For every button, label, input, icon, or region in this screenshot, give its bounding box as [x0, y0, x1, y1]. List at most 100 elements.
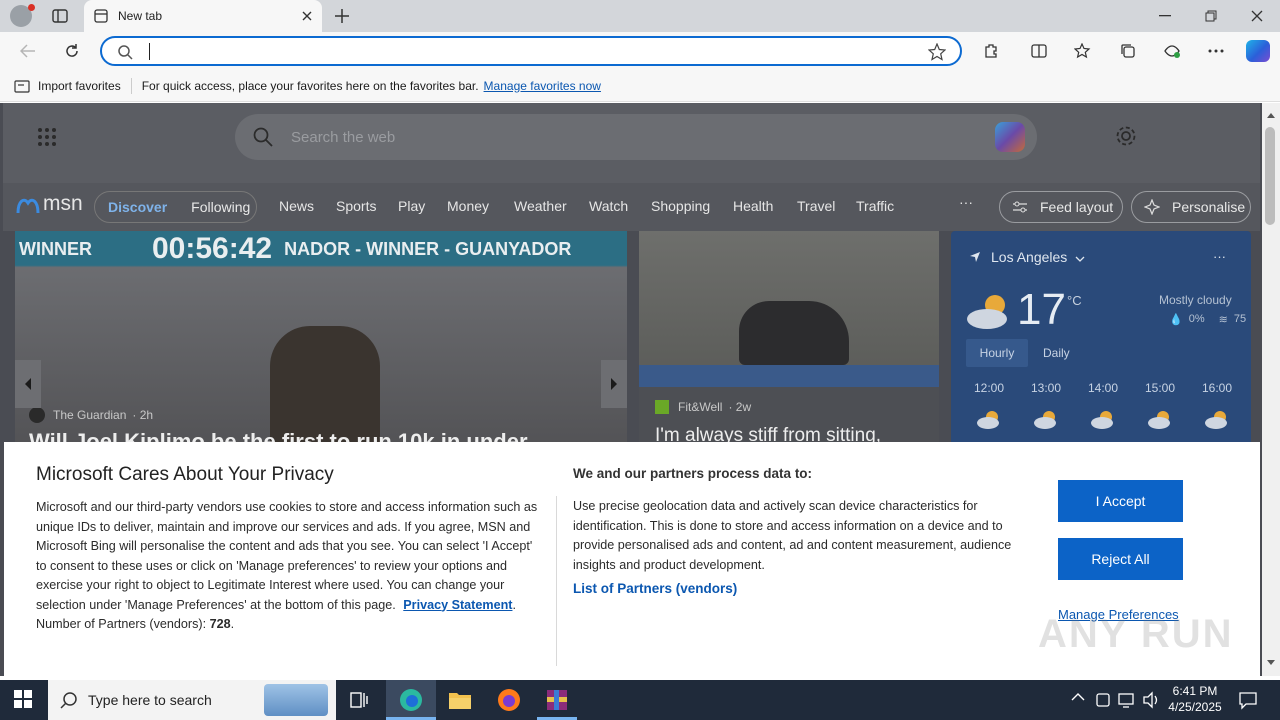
sliders-icon	[1012, 200, 1028, 214]
close-window-icon[interactable]	[1248, 8, 1266, 24]
feed-layout-button[interactable]: Feed layout	[999, 191, 1123, 223]
weather-card[interactable]: Los Angeles ··· 17 °C Mostly cloudy 💧 0% …	[951, 231, 1251, 445]
nav-sports[interactable]: Sports	[336, 198, 376, 214]
taskbar-search-box[interactable]: Type here to search	[48, 680, 336, 720]
partly-cloudy-icon	[965, 291, 1013, 334]
nav-travel[interactable]: Travel	[797, 198, 835, 214]
partly-cloudy-icon	[1091, 411, 1113, 429]
carousel-prev-button[interactable]	[15, 360, 41, 408]
hero-card[interactable]: WINNER 00:56:42 NADOR - WINNER - GUANYAD…	[15, 231, 627, 445]
nav-money[interactable]: Money	[447, 198, 489, 214]
search-icon	[60, 691, 78, 709]
windows-start-icon[interactable]	[14, 690, 32, 708]
favorite-star-icon[interactable]	[928, 43, 946, 61]
show-hidden-icons-chevron-icon[interactable]	[1071, 692, 1085, 702]
hour-label: 12:00	[973, 381, 1005, 395]
browser-essentials-icon[interactable]	[1163, 42, 1181, 60]
msn-header: Search the web	[3, 103, 1260, 183]
weather-more-button[interactable]: ···	[1213, 249, 1226, 264]
hour-label: 13:00	[1030, 381, 1062, 395]
nav-watch[interactable]: Watch	[589, 198, 628, 214]
import-favorites-button[interactable]: Import favorites	[38, 79, 121, 93]
notification-center-icon[interactable]	[1238, 690, 1258, 710]
nav-more-button[interactable]: ···	[959, 194, 973, 210]
nav-weather[interactable]: Weather	[514, 198, 567, 214]
tab-daily[interactable]: Daily	[1043, 346, 1070, 360]
volume-icon[interactable]	[1142, 691, 1160, 709]
carousel-next-button[interactable]	[601, 360, 627, 408]
article-card[interactable]: Fit&Well · 2w I'm always stiff from sitt…	[639, 231, 939, 446]
copilot-icon[interactable]	[1246, 40, 1270, 62]
nav-shopping[interactable]: Shopping	[651, 198, 710, 214]
card2-source-name: Fit&Well	[678, 400, 723, 414]
network-icon[interactable]	[1118, 691, 1136, 709]
partners-process-title: We and our partners process data to:	[573, 466, 813, 481]
apps-grid-icon[interactable]	[37, 127, 57, 150]
reject-all-button[interactable]: Reject All	[1058, 538, 1183, 580]
favorites-icon[interactable]	[1074, 42, 1092, 60]
personalise-button[interactable]: Personalise	[1131, 191, 1251, 223]
hour-slot: 13:00	[1020, 381, 1072, 432]
tab-new-tab[interactable]: New tab	[84, 0, 322, 32]
weather-location[interactable]: Los Angeles	[969, 249, 1085, 265]
nav-news[interactable]: News	[279, 198, 314, 214]
accept-button[interactable]: I Accept	[1058, 480, 1183, 522]
favorites-hint: For quick access, place your favorites h…	[141, 78, 479, 93]
new-tab-page-icon	[94, 9, 108, 23]
list-of-partners-link[interactable]: List of Partners (vendors)	[573, 581, 737, 596]
notification-dot	[28, 4, 35, 11]
partners-label: Number of Partners (vendors):	[36, 617, 207, 631]
edge-taskbar-button[interactable]	[386, 680, 436, 720]
msn-logo[interactable]: msn	[16, 192, 83, 216]
security-tray-icon[interactable]	[1095, 691, 1111, 709]
firefox-icon[interactable]	[497, 688, 521, 715]
temperature-unit: °C	[1067, 293, 1082, 308]
clock-date: 4/25/2025	[1168, 700, 1222, 714]
weather-condition: Mostly cloudy	[1159, 293, 1232, 307]
partly-cloudy-icon	[1205, 411, 1227, 429]
minimize-icon[interactable]	[1156, 8, 1174, 24]
back-icon[interactable]	[18, 42, 38, 60]
weather-details: 💧 0% ≋ 75	[1169, 313, 1246, 326]
tab-hourly[interactable]: Hourly	[966, 339, 1028, 367]
split-screen-icon[interactable]	[1030, 42, 1048, 60]
card2-source: Fit&Well · 2w	[655, 400, 751, 414]
extensions-icon[interactable]	[982, 42, 1000, 60]
hero-source-name: The Guardian	[53, 408, 127, 422]
msn-nav-bar: msn Discover Following News Sports Play …	[3, 183, 1260, 231]
collections-icon[interactable]	[1119, 42, 1137, 60]
nav-health[interactable]: Health	[733, 198, 773, 214]
copilot-search-icon[interactable]	[995, 122, 1025, 152]
tab-actions-icon[interactable]	[50, 7, 70, 25]
taskbar-search-placeholder: Type here to search	[88, 692, 212, 708]
address-bar[interactable]	[100, 36, 962, 66]
task-view-icon[interactable]	[349, 690, 369, 710]
file-explorer-icon[interactable]	[448, 690, 472, 713]
precip-value: 0%	[1188, 313, 1205, 325]
tab-following[interactable]: Following	[191, 199, 250, 215]
partly-cloudy-icon	[977, 411, 999, 429]
location-name: Los Angeles	[991, 249, 1068, 265]
new-tab-icon[interactable]	[332, 6, 352, 26]
profile-avatar[interactable]	[10, 4, 35, 27]
hourly-forecast: 12:00 13:00 14:00 15:00 16:00	[963, 381, 1243, 432]
manage-favorites-link[interactable]: Manage favorites now	[484, 79, 601, 93]
page-scrollbar[interactable]	[1262, 103, 1280, 676]
nav-traffic[interactable]: Traffic	[856, 198, 894, 214]
web-search-box[interactable]: Search the web	[235, 114, 1037, 160]
scrollbar-thumb[interactable]	[1265, 127, 1275, 225]
privacy-statement-link[interactable]: Privacy Statement	[403, 598, 512, 612]
winrar-icon[interactable]	[537, 688, 577, 720]
hour-slot: 15:00	[1134, 381, 1186, 432]
discover-following-toggle: Discover Following	[94, 191, 257, 223]
system-clock[interactable]: 6:41 PM 4/25/2025	[1166, 683, 1224, 715]
settings-gear-icon[interactable]	[1115, 125, 1137, 150]
nav-play[interactable]: Play	[398, 198, 425, 214]
more-menu-icon[interactable]	[1207, 42, 1225, 60]
refresh-icon[interactable]	[62, 41, 82, 61]
restore-icon[interactable]	[1202, 8, 1220, 24]
hour-label: 16:00	[1201, 381, 1233, 395]
tab-discover[interactable]: Discover	[108, 199, 167, 215]
close-tab-icon[interactable]	[302, 11, 312, 21]
import-favorites-icon	[14, 79, 30, 93]
